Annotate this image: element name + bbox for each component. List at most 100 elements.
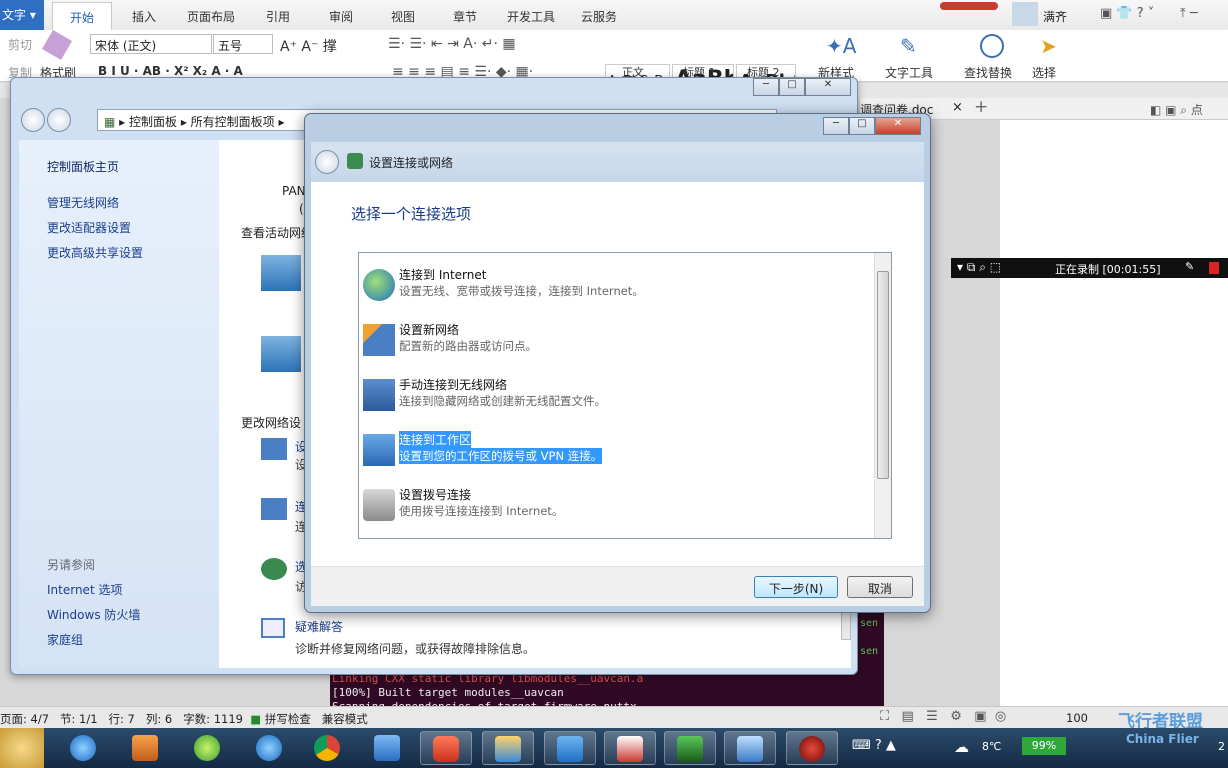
chrome-taskbar-button[interactable] [302,731,354,765]
cut-button[interactable]: 剪切 [8,36,32,53]
status-words[interactable]: 字数: 1119 [183,712,243,726]
tab-page-layout[interactable]: 页面布局 [187,8,235,30]
sidebar-item-internet-options[interactable]: Internet 选项 [47,581,122,598]
terminal-right-line: sen [860,646,879,657]
status-spellcheck[interactable]: 拼写检查 [265,712,311,726]
back-icon[interactable] [21,108,45,132]
media-taskbar-button[interactable] [120,731,172,765]
wps-mode-button[interactable]: 文字 ▾ [0,0,44,30]
clock[interactable]: 2 [1218,740,1225,753]
terminal-window[interactable]: Linking CXX static library libmodules__u… [330,670,884,710]
list-item[interactable]: 设置新网络 配置新的路由器或访问点。 [363,320,863,364]
app-taskbar-button[interactable] [182,731,234,765]
new-style-icon[interactable]: ✦A [826,34,856,58]
tab-chapter[interactable]: 章节 [453,8,477,30]
list-item[interactable]: 连接到 Internet 设置无线、宽带或拨号连接，连接到 Internet。 [363,265,863,309]
view-mode-icons[interactable]: ⛶ ▤ ☰ ⚙ ▣ ◎ [880,709,1006,724]
forward-icon[interactable] [47,108,71,132]
ie-taskbar-button[interactable] [58,731,110,765]
troubleshoot-link[interactable]: 疑难解答 [295,618,343,635]
user-name[interactable]: 满齐 [1043,8,1067,25]
app-icon [433,736,459,762]
bold-icon[interactable]: B I U · AB · X² X₂ A · A [98,64,243,78]
sidebar-item-wireless[interactable]: 管理无线网络 [47,194,119,211]
avatar[interactable] [1012,2,1038,26]
app-taskbar-button[interactable] [664,731,716,765]
text-tools-button[interactable]: 文字工具 [885,64,933,81]
format-painter-icon[interactable] [41,29,73,61]
list-item[interactable]: 连接到工作区 设置到您的工作区的拨号或 VPN 连接。 [363,430,863,474]
sidebar-item-homegroup[interactable]: 家庭组 [47,631,83,648]
dialog-title: 设置连接或网络 [369,156,454,170]
tray-icons[interactable]: ⌨ ? ▲ [852,738,896,753]
back-icon[interactable] [315,150,339,174]
globe-icon [363,269,395,301]
status-page[interactable]: 页面: 4/7 [0,712,49,726]
dialog-close-button[interactable]: ✕ [875,117,921,135]
font-size-combo[interactable]: 五号 [213,34,273,54]
find-replace-icon[interactable] [980,34,1004,58]
tab-review[interactable]: 审阅 [329,8,353,30]
sidebar-item-home[interactable]: 控制面板主页 [47,158,119,175]
tab-cloud[interactable]: 云服务 [581,8,617,30]
wps-restore-icon[interactable]: ⤒ ─ [1180,6,1198,21]
ie2-taskbar-button[interactable] [244,731,296,765]
tab-references[interactable]: 引用 [266,8,290,30]
control-panel-taskbar-button[interactable] [724,731,776,765]
recorder-taskbar-button[interactable] [786,731,838,765]
sidebar-item-firewall[interactable]: Windows 防火墙 [47,606,140,623]
start-button[interactable] [0,728,44,768]
scrollbar[interactable] [874,253,891,538]
window-controls-icon[interactable]: ▣ 👕 ? ˅ [1100,6,1154,21]
doc-strip-icons[interactable]: ◧ ▣ ⌕ 点 [1150,101,1203,118]
pen-icon[interactable]: ✎ [1185,260,1194,273]
document-page[interactable] [1000,120,1228,706]
battery-indicator[interactable]: 99% [1022,737,1066,755]
terminal-right-line: sen [860,618,879,629]
network-icon [261,336,301,372]
sidebar-item-adapter[interactable]: 更改适配器设置 [47,219,131,236]
wps-taskbar-button[interactable] [544,731,596,765]
font-name-combo[interactable]: 宋体 (正文) [90,34,212,54]
select-cursor-icon[interactable]: ➤ [1040,34,1057,58]
mail-icon [374,735,400,761]
breadcrumb-item[interactable]: 控制面板 [129,115,177,129]
close-button[interactable]: ✕ [805,78,851,96]
add-doc-icon[interactable]: + [974,97,988,117]
app-taskbar-button[interactable] [482,731,534,765]
stop-icon[interactable] [1209,262,1219,274]
recorder-icons[interactable]: ▾ ⧉ ⌕ ⬚ [957,260,1001,275]
list-item[interactable]: 设置拨号连接 使用拨号连接连接到 Internet。 [363,485,863,529]
troubleshoot-desc: 诊断并修复网络问题，或获得故障排除信息。 [295,642,536,656]
font-grow-icon[interactable]: A⁺ A⁻ 撑 [280,36,337,56]
text-tools-icon[interactable]: ✎ [900,34,917,58]
app-taskbar-button[interactable] [604,731,656,765]
mail-taskbar-button[interactable] [362,731,414,765]
zoom-level[interactable]: 100 [1066,711,1088,725]
maximize-button[interactable]: □ [779,78,805,96]
option-desc: 连接到隐藏网络或创建新无线配置文件。 [399,394,606,408]
wps-slider[interactable] [940,2,998,10]
next-button[interactable]: 下一步(N) [754,576,838,598]
select-button[interactable]: 选择 [1032,64,1056,81]
breadcrumb-item[interactable]: 所有控制面板项 [191,115,275,129]
list-item[interactable]: 手动连接到无线网络 连接到隐藏网络或创建新无线配置文件。 [363,375,863,419]
close-doc-icon[interactable]: × [952,100,963,115]
find-replace-button[interactable]: 查找替换 [964,64,1012,81]
weather-icon[interactable]: ☁ [954,738,969,756]
tab-insert[interactable]: 插入 [132,8,156,30]
tab-view[interactable]: 视图 [391,8,415,30]
tab-developer[interactable]: 开发工具 [507,8,555,30]
app-taskbar-button[interactable] [420,731,472,765]
cancel-button[interactable]: 取消 [847,576,913,598]
scrollbar-thumb[interactable] [877,271,889,479]
dialog-minimize-button[interactable]: ─ [823,117,849,135]
scrollbar[interactable] [841,610,851,640]
option-title: 手动连接到无线网络 [399,378,508,392]
tab-start[interactable]: 开始 [52,2,112,30]
dialog-header: 设置连接或网络 [311,142,924,182]
sidebar-item-sharing[interactable]: 更改高级共享设置 [47,244,143,261]
list-icons[interactable]: ☰· ☰· ⇤ ⇥ A· ↵· ▦ [388,36,516,52]
dialog-maximize-button[interactable]: □ [849,117,875,135]
minimize-button[interactable]: ─ [753,78,779,96]
